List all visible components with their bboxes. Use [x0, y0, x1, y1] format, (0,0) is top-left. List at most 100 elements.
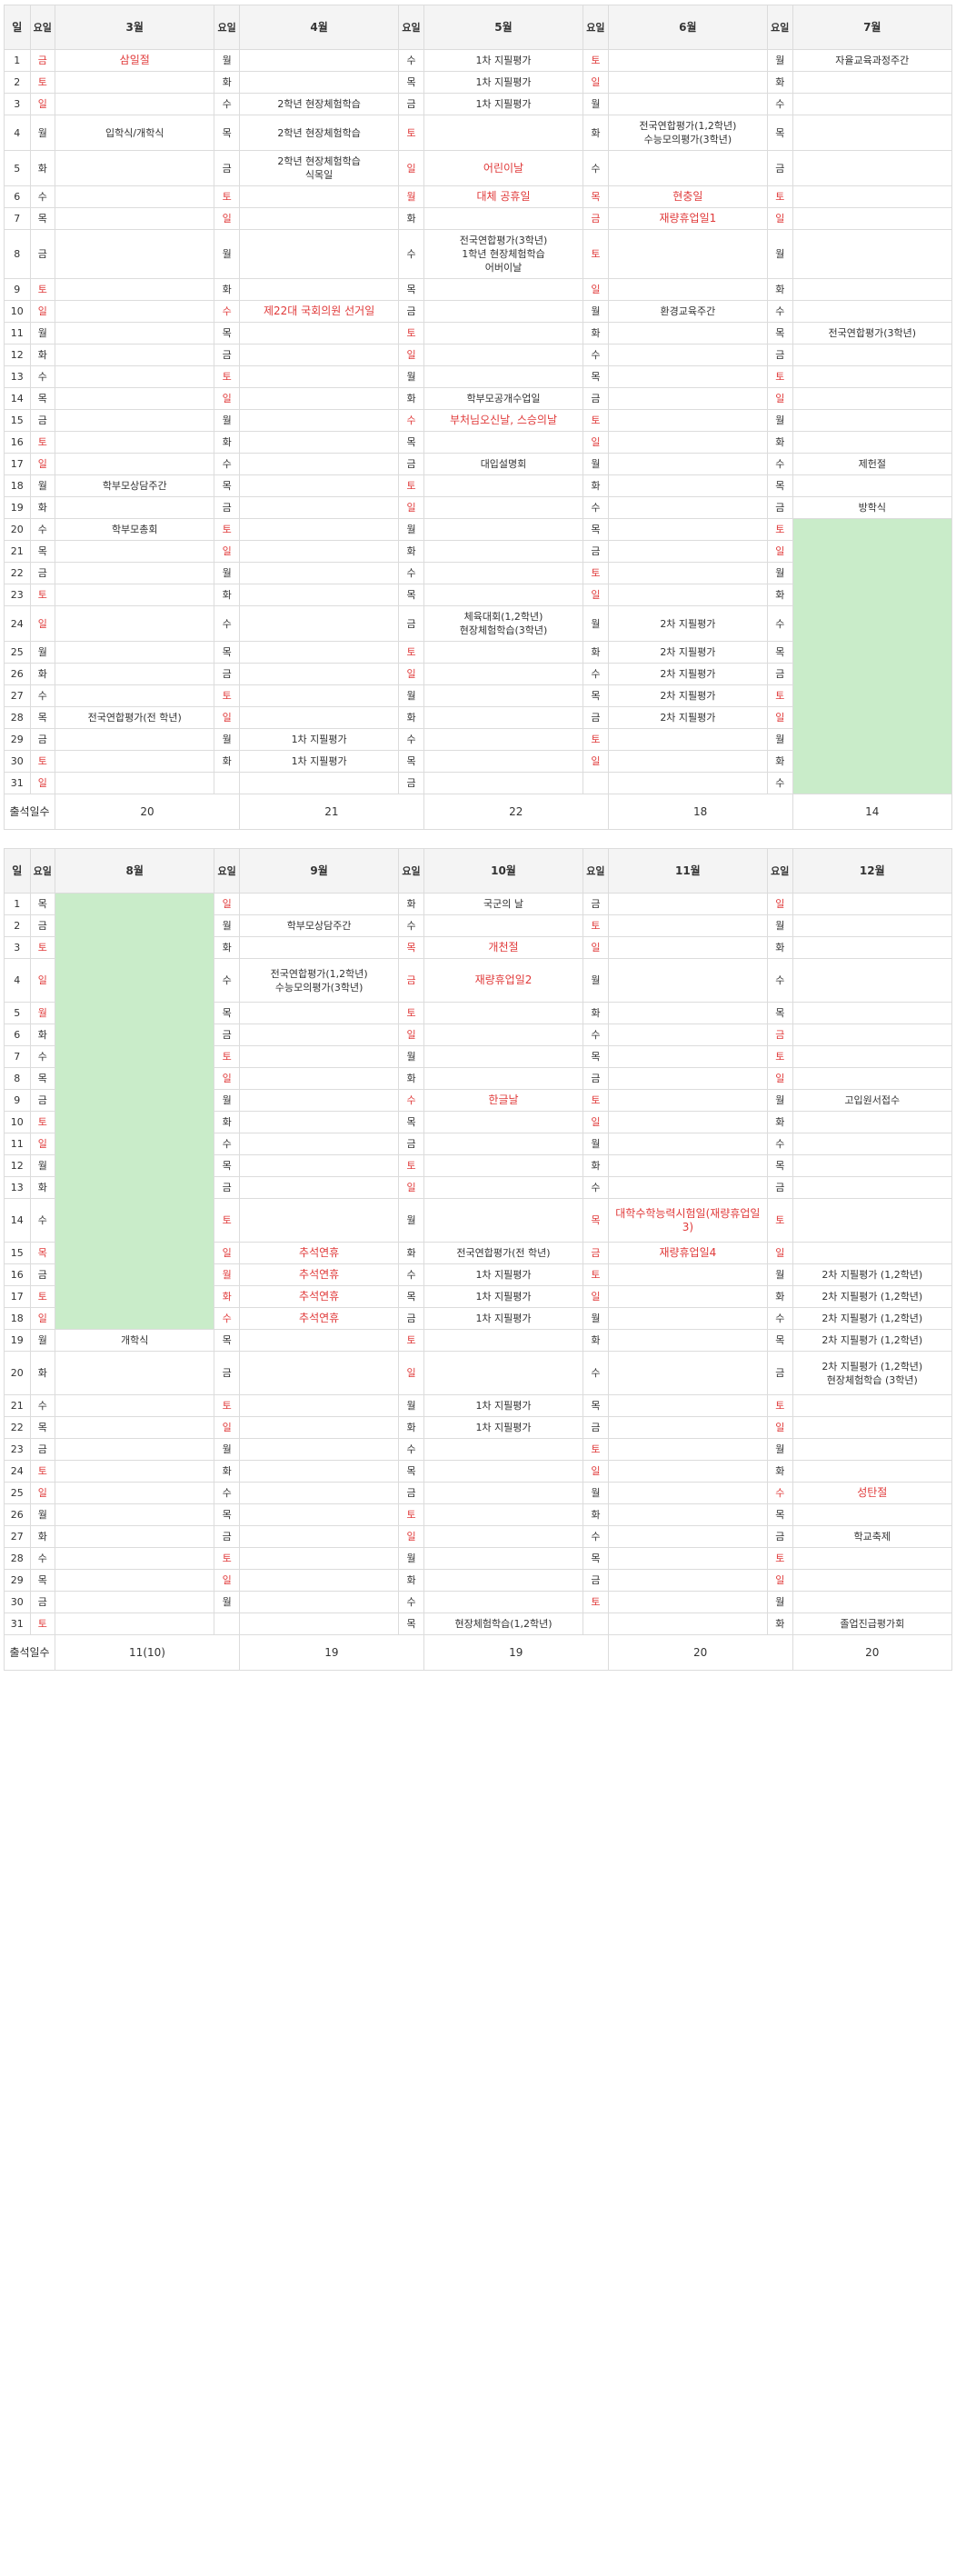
weekday-cell: 토	[29, 1111, 56, 1133]
event-cell	[238, 431, 400, 454]
weekday-cell: 수	[767, 958, 793, 1003]
weekday-cell: 일	[214, 893, 240, 915]
event-cell: 2차 지필평가 (1,2학년)	[792, 1263, 953, 1286]
event-cell	[238, 893, 400, 915]
weekday-cell: 일	[583, 584, 609, 606]
event-cell	[607, 365, 769, 388]
table-row: 4 월 입학식/개학식 목 2학년 현장체험학습 토 화 전국연합평가(1,2학년) 수능모의평…	[4, 115, 953, 151]
weekday-cell: 금	[767, 1023, 793, 1046]
day-number: 1	[4, 893, 31, 915]
event-cell	[423, 1460, 584, 1483]
event-cell	[238, 1111, 400, 1133]
weekday-cell: 월	[583, 958, 609, 1003]
weekday-cell: 금	[583, 1416, 609, 1439]
table-row: 23 금 월 수 토 월	[4, 1438, 953, 1461]
event-cell	[55, 1591, 215, 1613]
day-number: 31	[4, 1612, 31, 1635]
weekday-cell: 수	[214, 605, 240, 642]
day-number: 12	[4, 1154, 31, 1177]
weekday-cell: 수	[583, 496, 609, 519]
day-number: 17	[4, 1285, 31, 1308]
event-cell: 2학년 현장체험학습	[238, 115, 400, 151]
event-cell	[792, 1045, 953, 1068]
event-cell	[792, 1154, 953, 1177]
table-row: 19 화 금 일 수 금 방학식	[4, 496, 953, 519]
weekday-cell: 토	[767, 1394, 793, 1417]
day-number: 19	[4, 496, 31, 519]
event-cell: 개학식	[55, 1329, 215, 1352]
weekday-cell: 수	[29, 185, 56, 208]
weekday-cell: 목	[398, 584, 424, 606]
day-number: 29	[4, 1569, 31, 1592]
day-number: 27	[4, 1525, 31, 1548]
event-cell	[55, 562, 215, 584]
table-row: 21 수 토 월 1차 지필평가 목 토	[4, 1394, 953, 1417]
event-cell	[792, 71, 953, 94]
weekday-cell: 일	[398, 496, 424, 519]
event-cell	[55, 207, 215, 230]
event-cell	[423, 1547, 584, 1570]
weekday-cell: 수	[767, 605, 793, 642]
weekday-cell: 토	[398, 1503, 424, 1526]
weekday-cell: 월	[214, 1438, 240, 1461]
event-cell	[423, 728, 584, 751]
event-cell	[423, 278, 584, 301]
event-cell	[423, 663, 584, 685]
weekday-cell: 금	[398, 93, 424, 115]
day-number: 16	[4, 431, 31, 454]
day-number: 25	[4, 641, 31, 664]
weekday-cell: 수	[398, 49, 424, 72]
event-cell	[792, 229, 953, 279]
day-number: 21	[4, 1394, 31, 1417]
event-cell	[423, 1438, 584, 1461]
weekday-cell: 목	[29, 706, 56, 729]
event-cell: 재량휴업일4	[607, 1242, 769, 1264]
weekday-cell: 월	[214, 409, 240, 432]
event-cell	[607, 1285, 769, 1308]
event-cell	[607, 1547, 769, 1570]
weekday-cell: 일	[29, 772, 56, 794]
event-cell: 환경교육주간	[607, 300, 769, 323]
weekday-cell: 월	[398, 365, 424, 388]
event-cell: 2차 지필평가	[607, 641, 769, 664]
event-cell	[238, 1438, 400, 1461]
event-cell: 현충일	[607, 185, 769, 208]
event-cell	[238, 1482, 400, 1504]
weekday-cell: 화	[214, 584, 240, 606]
event-cell	[792, 1133, 953, 1155]
event-cell	[238, 229, 400, 279]
event-cell: 2차 지필평가 (1,2학년)	[792, 1285, 953, 1308]
vacation-cell	[55, 893, 215, 1330]
weekday-cell: 토	[583, 562, 609, 584]
weekday-cell: 목	[398, 1460, 424, 1483]
weekday-cell: 월	[29, 1154, 56, 1177]
month-header: 5월	[423, 5, 584, 50]
event-cell	[55, 93, 215, 115]
weekday-cell: 목	[398, 750, 424, 773]
attendance-total-value: 20	[792, 1634, 953, 1671]
attendance-total-value: 20	[607, 1634, 793, 1671]
month-header: 8월	[55, 848, 215, 894]
weekday-cell: 금	[214, 150, 240, 186]
weekday-cell: 금	[29, 49, 56, 72]
weekday-cell: 금	[214, 496, 240, 519]
weekday-cell: 수	[767, 1307, 793, 1330]
weekday-cell: 목	[214, 1002, 240, 1024]
weekday-cell: 토	[583, 409, 609, 432]
weekday-cell: 일	[398, 150, 424, 186]
day-number: 28	[4, 1547, 31, 1570]
weekday-cell: 토	[767, 1045, 793, 1068]
event-cell	[423, 1198, 584, 1243]
weekday-cell: 일	[583, 278, 609, 301]
event-cell: 현장체험학습(1,2학년)	[423, 1612, 584, 1635]
weekday-cell: 월	[583, 93, 609, 115]
weekday-cell: 토	[29, 936, 56, 959]
event-cell	[423, 365, 584, 388]
event-cell	[423, 1002, 584, 1024]
event-cell	[238, 1089, 400, 1112]
weekday-cell: 금	[29, 562, 56, 584]
event-cell	[607, 1067, 769, 1090]
event-cell	[55, 322, 215, 344]
weekday-cell: 토	[214, 1547, 240, 1570]
event-cell	[423, 1067, 584, 1090]
